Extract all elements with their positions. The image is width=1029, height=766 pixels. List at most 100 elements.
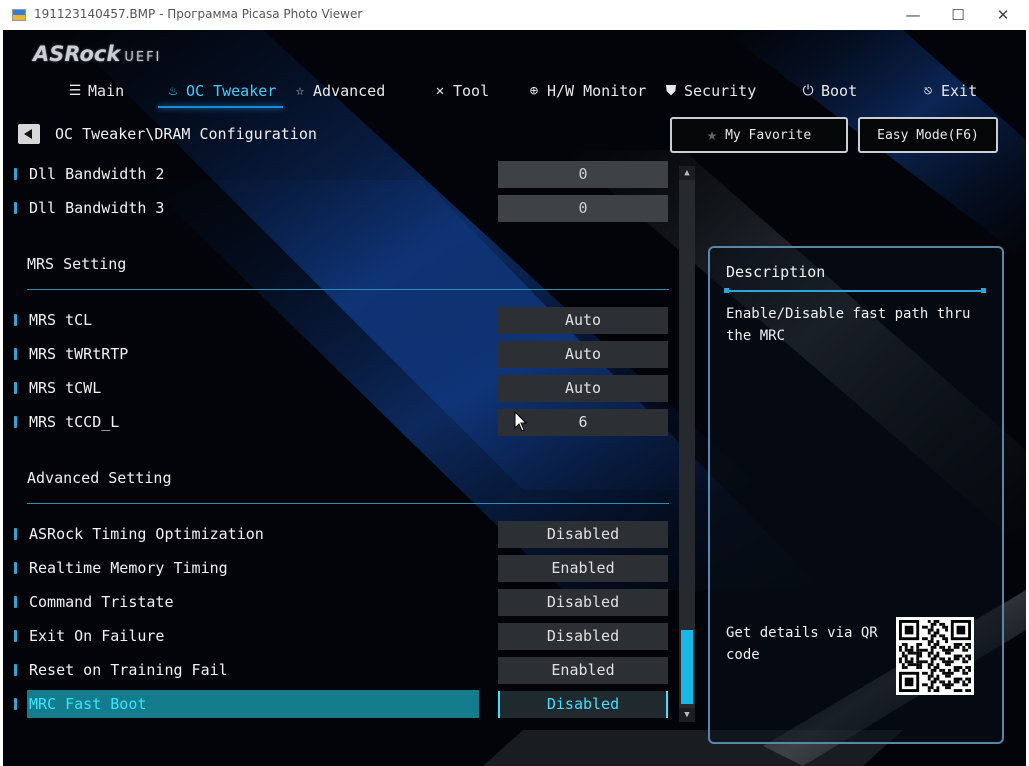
setting-label: Dll Bandwidth 3 (29, 199, 165, 217)
tab-main-label: Main (88, 82, 125, 100)
row-marker (14, 596, 17, 608)
picasa-app-icon (12, 9, 26, 21)
tab-main[interactable]: ☰ Main (68, 80, 124, 102)
setting-label: Exit On Failure (29, 627, 165, 645)
picasa-window: 191123140457.BMP - Программа Picasa Phot… (0, 0, 1029, 766)
list-icon: ☰ (68, 83, 82, 99)
wrench-icon: ✕ (435, 83, 445, 99)
setting-label: MRS tCCD_L (29, 413, 120, 431)
description-text: Enable/Disable fast path thru the MRC (726, 306, 971, 344)
tab-boot[interactable]: ⏻ Boot (801, 80, 857, 102)
description-panel: Description Enable/Disable fast path thr… (708, 246, 1004, 744)
row-marker (14, 416, 17, 428)
setting-value[interactable]: Disabled (498, 521, 668, 548)
section-divider (27, 503, 669, 504)
tab-advanced[interactable]: ☆ Advanced (293, 80, 385, 102)
setting-row[interactable]: MRS tCL Auto (3, 306, 693, 336)
setting-label: ASRock Timing Optimization (29, 525, 264, 543)
logo-brand: ASRock (33, 42, 121, 66)
row-marker (14, 202, 17, 214)
setting-row[interactable]: Dll Bandwidth 3 0 (3, 194, 693, 224)
tab-oc-tweaker-label: OC Tweaker (186, 82, 277, 100)
bios-screen: ASRock UEFI ☰ Main ♨ OC Tweaker ☆ Advance… (3, 30, 1026, 766)
settings-scrollbar[interactable]: ▲ ▼ (679, 166, 695, 722)
setting-value[interactable]: Auto (498, 341, 668, 368)
setting-value[interactable]: 0 (498, 161, 668, 188)
shield-icon: ⛊ (665, 83, 677, 99)
scroll-down-arrow-icon[interactable]: ▼ (679, 708, 695, 722)
row-marker (14, 698, 17, 710)
tab-hw-monitor[interactable]: ⊕ H/W Monitor (527, 80, 647, 102)
power-icon: ⏻ (802, 83, 814, 99)
section-heading-mrs: MRS Setting (27, 255, 127, 273)
tab-tool[interactable]: ✕ Tool (433, 80, 489, 102)
setting-label: MRS tCL (29, 311, 93, 329)
setting-label: MRS tWRtRTP (29, 345, 129, 363)
row-marker (14, 528, 17, 540)
description-title: Description (726, 263, 826, 281)
tab-oc-tweaker[interactable]: ♨ OC Tweaker (166, 80, 277, 102)
setting-row-selected[interactable]: MRC Fast Boot Disabled (3, 690, 693, 720)
setting-row[interactable]: Reset on Training Fail Enabled (3, 656, 693, 686)
row-marker (14, 664, 17, 676)
monitor-icon: ⊕ (529, 83, 539, 99)
setting-row[interactable]: Exit On Failure Disabled (3, 622, 693, 652)
maximize-button[interactable]: ☐ (935, 0, 981, 30)
logo-suffix: UEFI (124, 50, 162, 65)
mouse-cursor-icon (514, 411, 528, 432)
setting-row[interactable]: Realtime Memory Timing Enabled (3, 554, 693, 584)
setting-value[interactable]: Disabled (498, 691, 668, 718)
tab-security[interactable]: ⛊ Security (664, 80, 757, 102)
row-marker (14, 348, 17, 360)
setting-label: Realtime Memory Timing (29, 559, 228, 577)
setting-label: MRS tCWL (29, 379, 102, 397)
tab-hw-monitor-label: H/W Monitor (547, 82, 647, 100)
setting-label: MRC Fast Boot (29, 695, 147, 713)
tab-tool-label: Tool (453, 82, 490, 100)
setting-label: Command Tristate (29, 593, 174, 611)
setting-value[interactable]: 0 (498, 195, 668, 222)
tab-exit-label: Exit (941, 82, 978, 100)
setting-value[interactable]: Disabled (498, 623, 668, 650)
breadcrumb: OC Tweaker\DRAM Configuration (55, 125, 317, 143)
tab-exit[interactable]: ⎋ Exit (921, 80, 977, 102)
setting-label: Reset on Training Fail (29, 661, 228, 679)
star-icon: ★ (706, 125, 718, 145)
scroll-up-arrow-icon[interactable]: ▲ (679, 166, 695, 180)
setting-row[interactable]: MRS tCCD_L 6 (3, 408, 693, 438)
setting-label: Dll Bandwidth 2 (29, 165, 165, 183)
setting-value[interactable]: Disabled (498, 589, 668, 616)
close-button[interactable]: ✕ (980, 0, 1026, 30)
scrollbar-thumb[interactable] (681, 630, 693, 704)
setting-row[interactable]: MRS tWRtRTP Auto (3, 340, 693, 370)
star-outline-icon: ☆ (295, 83, 305, 99)
section-divider (27, 289, 669, 290)
row-marker (14, 630, 17, 642)
easy-mode-button[interactable]: Easy Mode(F6) (858, 117, 998, 153)
section-heading-advanced: Advanced Setting (27, 469, 172, 487)
setting-value[interactable]: Enabled (498, 657, 668, 684)
qr-code-pattern (899, 620, 971, 692)
easy-mode-label: Easy Mode(F6) (877, 127, 979, 143)
setting-value[interactable]: Auto (498, 375, 668, 402)
tab-boot-label: Boot (821, 82, 858, 100)
setting-value[interactable]: Enabled (498, 555, 668, 582)
qr-code-image (896, 617, 974, 695)
description-divider (724, 288, 986, 293)
setting-row[interactable]: Command Tristate Disabled (3, 588, 693, 618)
qr-caption: Get details via QR code (726, 625, 878, 663)
row-marker (14, 168, 17, 180)
tab-advanced-label: Advanced (313, 82, 386, 100)
row-marker (14, 562, 17, 574)
setting-value[interactable]: Auto (498, 307, 668, 334)
active-tab-indicator (158, 106, 283, 108)
exit-icon: ⎋ (923, 83, 933, 99)
minimize-button[interactable]: — (890, 0, 936, 30)
row-marker (14, 382, 17, 394)
setting-row[interactable]: Dll Bandwidth 2 0 (3, 160, 693, 190)
back-button[interactable] (18, 124, 40, 144)
my-favorite-button[interactable]: ★ My Favorite (670, 117, 848, 153)
asrock-uefi-logo: ASRock UEFI (33, 42, 161, 66)
setting-row[interactable]: ASRock Timing Optimization Disabled (3, 520, 693, 550)
setting-row[interactable]: MRS tCWL Auto (3, 374, 693, 404)
